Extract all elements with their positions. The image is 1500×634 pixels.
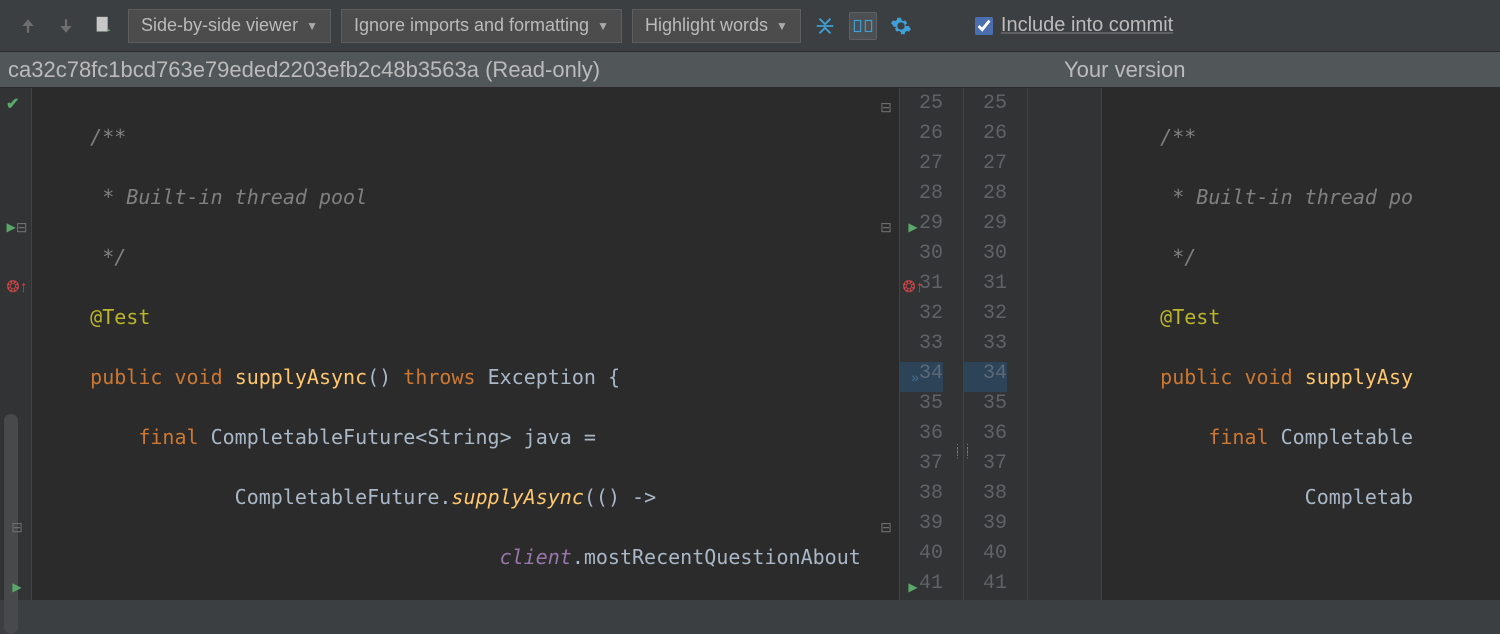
fold-icon[interactable]: ⊟ bbox=[875, 212, 897, 242]
recursive-call-icon: ❂↑ bbox=[6, 272, 28, 302]
viewer-mode-label: Side-by-side viewer bbox=[141, 15, 298, 36]
recursive-call-icon: ❂↑ bbox=[902, 272, 924, 302]
diff-toolbar: Side-by-side viewer ▼ Ignore imports and… bbox=[0, 0, 1500, 52]
highlight-mode-dropdown[interactable]: Highlight words ▼ bbox=[632, 9, 801, 43]
ignore-policy-dropdown[interactable]: Ignore imports and formatting ▼ bbox=[341, 9, 622, 43]
right-diff-pane[interactable]: /** * Built-in thread po */ @Test public… bbox=[1102, 88, 1500, 600]
chevron-down-icon: ▼ bbox=[306, 19, 318, 33]
right-code[interactable]: /** * Built-in thread po */ @Test public… bbox=[1102, 88, 1500, 600]
include-commit-checkbox[interactable]: Include into commit bbox=[975, 14, 1173, 37]
left-pane-marks: ⊟ ⊟ ⊟ bbox=[875, 92, 897, 600]
fold-icon[interactable]: ⊟ bbox=[16, 219, 28, 236]
sync-scroll-icon[interactable] bbox=[849, 12, 877, 40]
include-commit-label: Include into commit bbox=[1001, 14, 1173, 37]
fold-icon[interactable]: ⊟ bbox=[875, 512, 897, 542]
run-icon[interactable]: ▶ bbox=[902, 212, 924, 242]
gear-icon[interactable] bbox=[887, 12, 915, 40]
run-icon[interactable]: ▶ bbox=[7, 220, 16, 234]
right-pane-marks: ▶ ⊟ ❂↑ ⊟ ▶ bbox=[6, 92, 28, 602]
highlight-mode-label: Highlight words bbox=[645, 15, 768, 36]
diff-body: ✔ ⊟ ⊟ ⊟ /** * Built-in thread pool */ @T… bbox=[0, 88, 1500, 600]
left-diff-pane[interactable]: ⊟ ⊟ ⊟ /** * Built-in thread pool */ @Tes… bbox=[32, 88, 900, 600]
arrow-up-icon[interactable] bbox=[14, 12, 42, 40]
fold-icon[interactable]: ⊟ bbox=[6, 512, 28, 542]
viewer-mode-dropdown[interactable]: Side-by-side viewer ▼ bbox=[128, 9, 331, 43]
collapse-unchanged-icon[interactable] bbox=[811, 12, 839, 40]
right-line-numbers: 2526272829303132333435363738394041 bbox=[964, 88, 1027, 600]
chevron-down-icon: ▼ bbox=[776, 19, 788, 33]
ignore-policy-label: Ignore imports and formatting bbox=[354, 15, 589, 36]
left-code[interactable]: /** * Built-in thread pool */ @Test publ… bbox=[32, 88, 899, 600]
center-left-marks: ▶ ❂↑ » ▶ bbox=[902, 92, 924, 602]
chevron-down-icon: ▼ bbox=[597, 19, 609, 33]
version-title-bar: ca32c78fc1bcd763e79eded2203efb2c48b3563a… bbox=[0, 52, 1500, 88]
run-icon[interactable]: ▶ bbox=[6, 572, 28, 602]
center-gutter: ▶ ❂↑ » ▶ 2526272829303132333435363738394… bbox=[900, 88, 1028, 600]
left-version-title: ca32c78fc1bcd763e79eded2203efb2c48b3563a… bbox=[0, 57, 1058, 83]
splitter-handle[interactable]: ⋮⋮⋮⋮⋮⋮ bbox=[954, 446, 974, 458]
run-icon[interactable]: ▶ bbox=[902, 572, 924, 602]
right-inner-gutter: ▶ ⊟ ❂↑ ⊟ ▶ bbox=[1028, 88, 1102, 600]
arrow-down-icon[interactable] bbox=[52, 12, 80, 40]
fold-icon[interactable]: ⊟ bbox=[875, 92, 897, 122]
apply-change-icon[interactable]: » bbox=[902, 362, 924, 392]
right-version-title: Your version bbox=[1058, 57, 1185, 83]
edit-file-icon[interactable] bbox=[90, 12, 118, 40]
